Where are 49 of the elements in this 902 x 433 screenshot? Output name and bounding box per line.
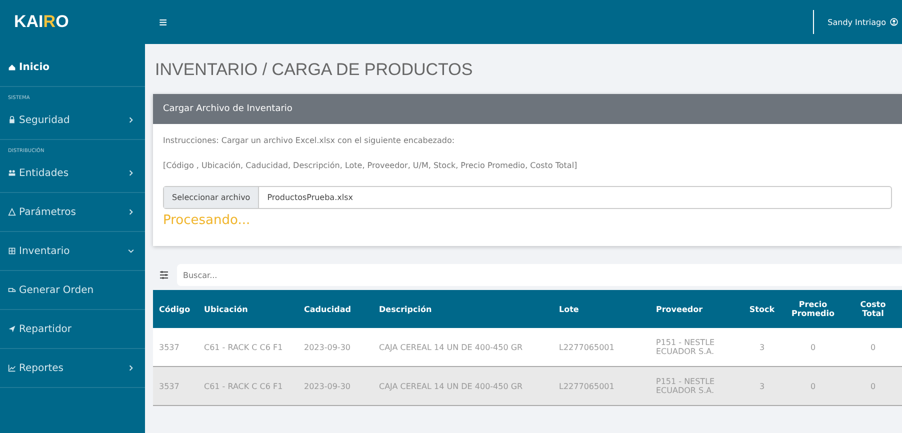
column-header[interactable]: Código — [153, 290, 198, 328]
lock-icon — [8, 116, 16, 124]
search-field[interactable]: Buscar... — [177, 264, 902, 286]
column-header[interactable]: Stock — [742, 290, 782, 328]
column-header[interactable]: Lote — [553, 290, 650, 328]
file-name: ProductosPrueba.xlsx — [266, 192, 353, 204]
table-cell: C61 - RACK C C6 F1 — [198, 366, 298, 406]
instructions-text: Instrucciones: Cargar un archivo Excel.xlsx con el siguiente encabezado: — [163, 136, 456, 145]
table-cell: P151 - NESTLE ECUADOR S.A. — [650, 366, 742, 406]
table-cell: 3537 — [153, 366, 198, 406]
kairo-logo: KAIRO — [0, 0, 145, 44]
chart-icon — [8, 364, 16, 372]
column-header[interactable]: Caducidad — [298, 290, 373, 328]
table-cell: 3537 — [153, 328, 198, 366]
table-cell: 2023-09-30 — [298, 328, 373, 366]
file-input-field[interactable]: Seleccionar archivo ProductosPrueba.xlsx — [163, 186, 892, 209]
filter-icon[interactable] — [159, 270, 169, 280]
card-header: Cargar Archivo de Inventario — [153, 94, 902, 124]
status-text: Procesando... — [163, 213, 252, 228]
column-header[interactable]: Descripción — [373, 290, 553, 328]
table-cell: 0 — [844, 366, 902, 406]
table-cell: CAJA CEREAL 14 UN DE 400-450 GR — [373, 366, 553, 406]
send-icon — [8, 325, 16, 333]
table-cell: 0 — [782, 366, 844, 406]
menu-button[interactable]: ≡ — [159, 14, 168, 30]
page-title: INVENTARIO / CARGA DE PRODUCTOS — [155, 60, 474, 80]
table-cell: 3 — [742, 366, 782, 406]
table-cell: C61 - RACK C C6 F1 — [198, 328, 298, 366]
column-header[interactable]: Ubicación — [198, 290, 298, 328]
users-icon — [8, 169, 16, 177]
grid-icon — [8, 247, 16, 255]
column-header[interactable]: Proveedor — [650, 290, 742, 328]
table-cell: L2277065001 — [553, 328, 650, 366]
table-cell: 2023-09-30 — [298, 366, 373, 406]
select-file-button[interactable]: Seleccionar archivo — [164, 187, 260, 208]
table-cell: 3 — [742, 328, 782, 366]
table-cell: P151 - NESTLE ECUADOR S.A. — [650, 328, 742, 366]
table-cell: CAJA CEREAL 14 UN DE 400-450 GR — [373, 328, 553, 366]
table-cell: L2277065001 — [553, 366, 650, 406]
user-icon[interactable] — [890, 18, 898, 26]
truck-icon — [8, 286, 16, 294]
home-icon — [8, 63, 16, 71]
table-cell: 0 — [782, 328, 844, 366]
user-name[interactable]: Sandy Intriago — [828, 18, 886, 26]
column-header[interactable]: Costo Total — [844, 290, 902, 328]
warning-icon — [8, 208, 16, 216]
table-cell: 0 — [844, 328, 902, 366]
column-header[interactable]: Precio Promedio — [782, 290, 844, 328]
columns-hint-text: [Código , Ubicación, Caducidad, Descripción, Lote, Proveedor, U/M, Stock, Precio Promedio, Costo Total] — [163, 161, 578, 170]
